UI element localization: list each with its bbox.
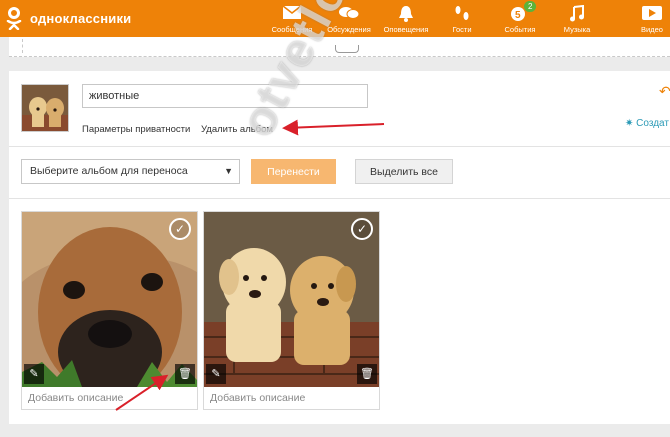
arrow-to-trash	[115, 374, 169, 411]
annotation-arrows	[115, 119, 385, 411]
arrow-to-delete-album	[282, 119, 385, 136]
